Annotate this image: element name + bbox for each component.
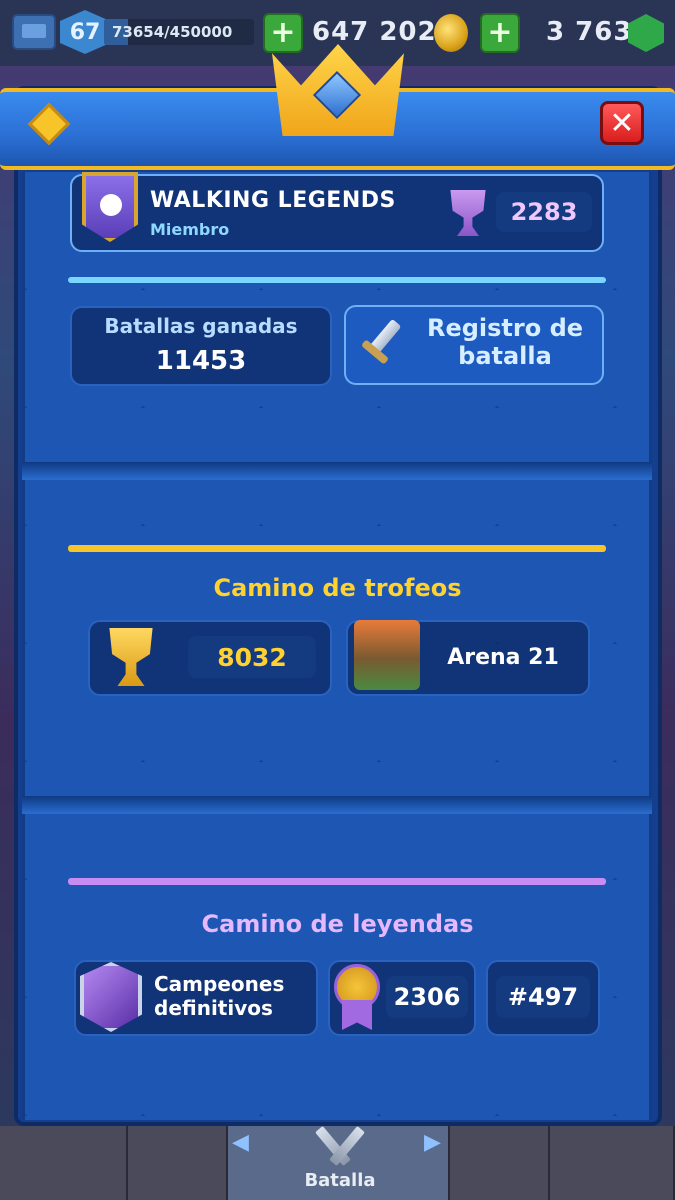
- rank-value: #497: [496, 976, 590, 1018]
- chevron-left-icon[interactable]: ◀: [232, 1130, 249, 1155]
- nav-tab-clan[interactable]: [450, 1126, 550, 1200]
- nav-tab-cards[interactable]: [128, 1126, 228, 1200]
- arena-icon: [354, 620, 420, 690]
- clan-trophies: 2283: [496, 192, 592, 232]
- gold-amount: 647 202: [312, 17, 437, 47]
- nav-battle-label: Batalla: [304, 1170, 376, 1191]
- trophy-road-divider: [68, 545, 606, 552]
- battles-won-label: Batallas ganadas: [104, 314, 298, 338]
- plus-icon: +: [487, 15, 513, 50]
- close-icon: ✕: [609, 105, 635, 141]
- nav-tab-shop[interactable]: [0, 1126, 128, 1200]
- crossed-swords-icon: [300, 1125, 380, 1168]
- level-value: 67: [69, 19, 101, 45]
- battle-log-label: Registro de batalla: [426, 314, 584, 370]
- clan-name: WALKING LEGENDS: [150, 188, 396, 213]
- battles-won-value: 11453: [155, 346, 247, 376]
- rating-medal-icon: [334, 964, 380, 1030]
- gold-coin-icon: [434, 14, 468, 52]
- trophy-count: 8032: [188, 636, 316, 678]
- legends-road-divider: [68, 878, 606, 885]
- plus-icon: +: [270, 15, 296, 50]
- experience-icon[interactable]: [12, 14, 56, 50]
- trophy-road-title: Camino de trofeos: [213, 574, 462, 602]
- xp-progress-bar: 73654/450000: [104, 19, 254, 45]
- section-divider: [22, 462, 652, 480]
- section-divider: [22, 796, 652, 814]
- divider-line: [68, 277, 606, 283]
- clan-role: Miembro: [150, 220, 230, 239]
- gems-amount: 3 763: [546, 17, 633, 47]
- legends-road-title: Camino de leyendas: [201, 910, 474, 938]
- sword-icon: [356, 318, 406, 370]
- league-label: Campeones definitivos: [154, 972, 285, 1020]
- close-button[interactable]: ✕: [600, 101, 644, 145]
- rating-value: 2306: [386, 976, 468, 1018]
- arena-label: Arena 21: [447, 645, 559, 670]
- xp-text: 73654/450000: [112, 23, 233, 41]
- add-gems-button[interactable]: +: [480, 13, 520, 53]
- add-gold-button[interactable]: +: [263, 13, 303, 53]
- nav-tab-events[interactable]: [550, 1126, 675, 1200]
- chevron-right-icon[interactable]: ▶: [424, 1130, 441, 1155]
